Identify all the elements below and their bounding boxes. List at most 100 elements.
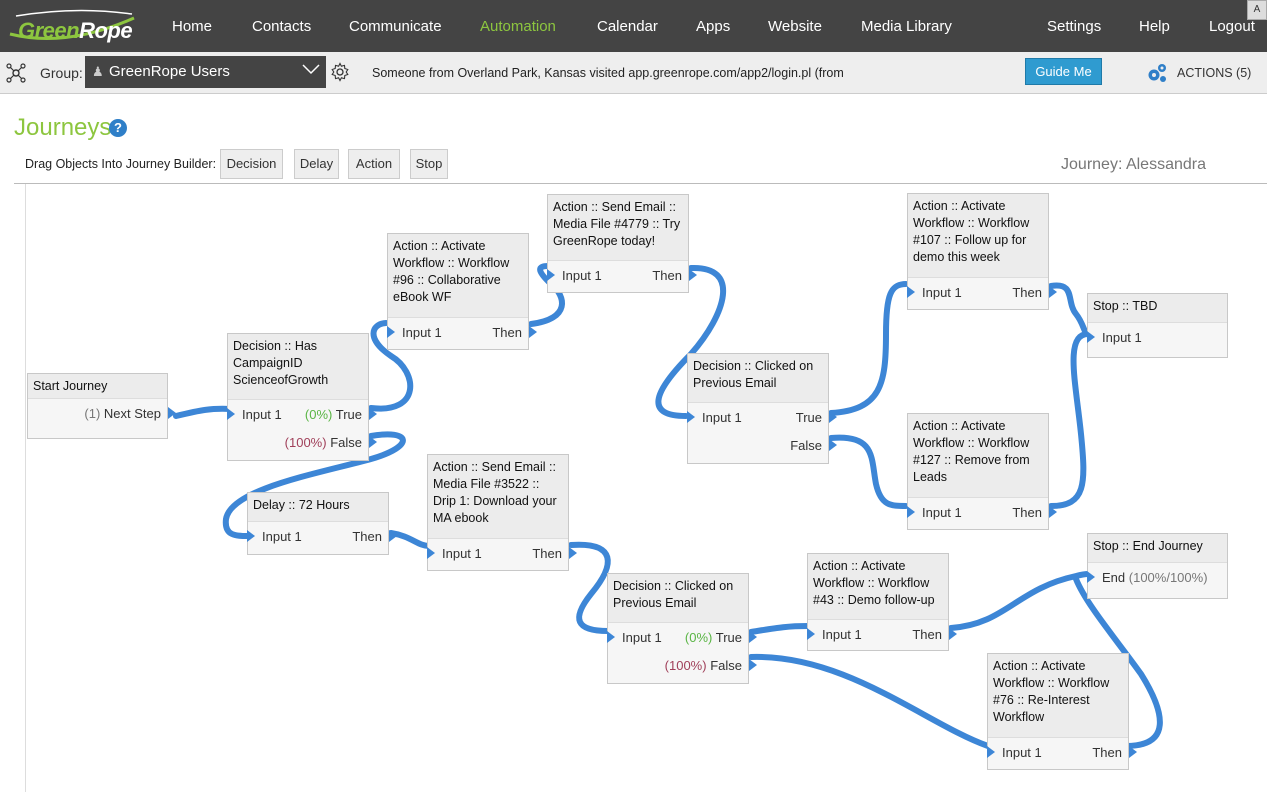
node-start-journey[interactable]: Start Journey (1) Next Step [27, 373, 176, 439]
logo-word-rope: Rope [79, 18, 133, 43]
true-label: True [795, 410, 822, 425]
nav-settings[interactable]: Settings [1047, 18, 1101, 35]
output-count: (1) [84, 406, 101, 421]
input-port-icon[interactable] [807, 628, 815, 640]
journey-builder-canvas[interactable]: Start Journey (1) Next Step Decision :: … [25, 184, 1267, 792]
nav-website[interactable]: Website [768, 18, 822, 35]
input-port-icon[interactable] [547, 269, 555, 281]
end-label: End [1102, 570, 1126, 585]
input-port-icon[interactable] [247, 530, 255, 542]
input-port-icon[interactable] [427, 547, 435, 559]
node-stop-end-journey[interactable]: Stop :: End Journey End (100%/100%) [1087, 533, 1228, 599]
gears-icon[interactable] [1146, 62, 1168, 84]
input-port-icon[interactable] [987, 746, 995, 758]
node-title: Decision :: Clicked on Previous Email [608, 574, 748, 623]
recent-activity-ticker[interactable]: Someone from Overland Park, Kansas visit… [372, 66, 844, 80]
node-title: Decision :: Has CampaignID ScienceofGrow… [228, 334, 368, 400]
true-port-icon[interactable] [369, 408, 377, 420]
output-label: Then [352, 529, 382, 544]
tool-delay[interactable]: Delay [294, 149, 339, 179]
true-port-icon[interactable] [829, 411, 837, 423]
node-send-email-3522[interactable]: Action :: Send Email :: Media File #3522… [427, 454, 577, 571]
wire-d3-false-to-action76 [748, 653, 991, 749]
output-port-icon[interactable] [689, 269, 697, 281]
nav-home[interactable]: Home [172, 18, 212, 35]
group-select[interactable]: ♟ GreenRope Users [85, 56, 326, 88]
false-port-icon[interactable] [749, 659, 757, 671]
node-title: Decision :: Clicked on Previous Email [688, 354, 828, 403]
wire-action127-to-stop [1048, 331, 1091, 509]
nav-communicate[interactable]: Communicate [349, 18, 442, 35]
output-port-icon[interactable] [1129, 746, 1137, 758]
node-action-workflow-107[interactable]: Action :: Activate Workflow :: Workflow … [907, 193, 1057, 310]
node-action-workflow-76[interactable]: Action :: Activate Workflow :: Workflow … [987, 653, 1137, 770]
nav-media-library[interactable]: Media Library [861, 18, 952, 35]
journey-name: Journey: Alessandra [1061, 156, 1206, 173]
false-label: False [710, 658, 742, 673]
node-decision-clicked-email-bottom[interactable]: Decision :: Clicked on Previous Email In… [607, 573, 757, 684]
true-label: True [335, 407, 362, 422]
tool-action[interactable]: Action [348, 149, 400, 179]
network-icon[interactable] [6, 63, 26, 83]
output-port-icon[interactable] [569, 547, 577, 559]
output-port-icon[interactable] [168, 407, 176, 419]
nav-automation[interactable]: Automation [480, 18, 556, 35]
actions-count-link[interactable]: ACTIONS (5) [1177, 66, 1251, 80]
input-port-icon[interactable] [607, 631, 615, 643]
node-action-workflow-127[interactable]: Action :: Activate Workflow :: Workflow … [907, 413, 1057, 530]
node-delay-72-hours[interactable]: Delay :: 72 Hours Input 1 Then [247, 492, 397, 555]
false-port-icon[interactable] [369, 436, 377, 448]
tool-decision[interactable]: Decision [220, 149, 283, 179]
node-title: Action :: Send Email :: Media File #3522… [428, 455, 568, 539]
nav-contacts[interactable]: Contacts [252, 18, 311, 35]
tool-stop[interactable]: Stop [410, 149, 448, 179]
input-label: Input 1 [1002, 745, 1042, 760]
input-port-icon[interactable] [387, 326, 395, 338]
group-bar: Group: ♟ GreenRope Users Someone from Ov… [0, 52, 1267, 94]
wire-action43-to-stop-end [948, 571, 1091, 631]
output-label: Then [1092, 745, 1122, 760]
input-port-icon[interactable] [907, 286, 915, 298]
gear-icon[interactable] [330, 62, 350, 82]
input-port-icon[interactable] [687, 411, 695, 423]
output-port-icon[interactable] [389, 530, 397, 542]
false-port-icon[interactable] [829, 439, 837, 451]
input-label: Input 1 [402, 325, 442, 340]
translate-icon[interactable]: A [1247, 0, 1267, 20]
node-title: Action :: Activate Workflow :: Workflow … [388, 234, 528, 318]
output-port-icon[interactable] [1049, 286, 1057, 298]
output-label: Then [1012, 285, 1042, 300]
node-send-email-4779[interactable]: Action :: Send Email :: Media File #4779… [547, 194, 697, 293]
input-port-icon[interactable] [907, 506, 915, 518]
nav-calendar[interactable]: Calendar [597, 18, 658, 35]
nav-help[interactable]: Help [1139, 18, 1170, 35]
nav-apps[interactable]: Apps [696, 18, 730, 35]
input-label: Input 1 [702, 410, 742, 425]
output-label: Then [652, 268, 682, 283]
input-label: Input 1 [242, 407, 282, 422]
true-port-icon[interactable] [749, 631, 757, 643]
user-icon: ♟ [92, 64, 104, 79]
output-port-icon[interactable] [529, 326, 537, 338]
nav-logout[interactable]: Logout [1209, 18, 1255, 35]
node-action-workflow-43[interactable]: Action :: Activate Workflow :: Workflow … [807, 553, 957, 651]
false-percent: (100%) [664, 658, 707, 673]
false-percent: (100%) [284, 435, 327, 450]
output-label: Then [532, 546, 562, 561]
wire-d3-true-to-action43 [748, 623, 811, 635]
input-label: Input 1 [622, 630, 662, 645]
node-decision-clicked-email-top[interactable]: Decision :: Clicked on Previous Email In… [687, 353, 837, 464]
guide-me-button[interactable]: Guide Me [1025, 58, 1102, 85]
input-port-icon[interactable] [227, 408, 235, 420]
node-action-workflow-96[interactable]: Action :: Activate Workflow :: Workflow … [387, 233, 537, 350]
node-stop-tbd[interactable]: Stop :: TBD Input 1 [1087, 293, 1228, 358]
greenrope-logo[interactable]: GreenRope [6, 8, 138, 44]
output-label: Next Step [103, 406, 161, 421]
help-icon[interactable]: ? [109, 119, 127, 137]
output-port-icon[interactable] [1049, 506, 1057, 518]
input-port-icon[interactable] [1087, 331, 1095, 343]
wire-start-to-decision1 [173, 405, 234, 419]
node-decision-has-campaignid[interactable]: Decision :: Has CampaignID ScienceofGrow… [227, 333, 377, 461]
input-port-icon[interactable] [1087, 571, 1095, 583]
output-port-icon[interactable] [949, 628, 957, 640]
